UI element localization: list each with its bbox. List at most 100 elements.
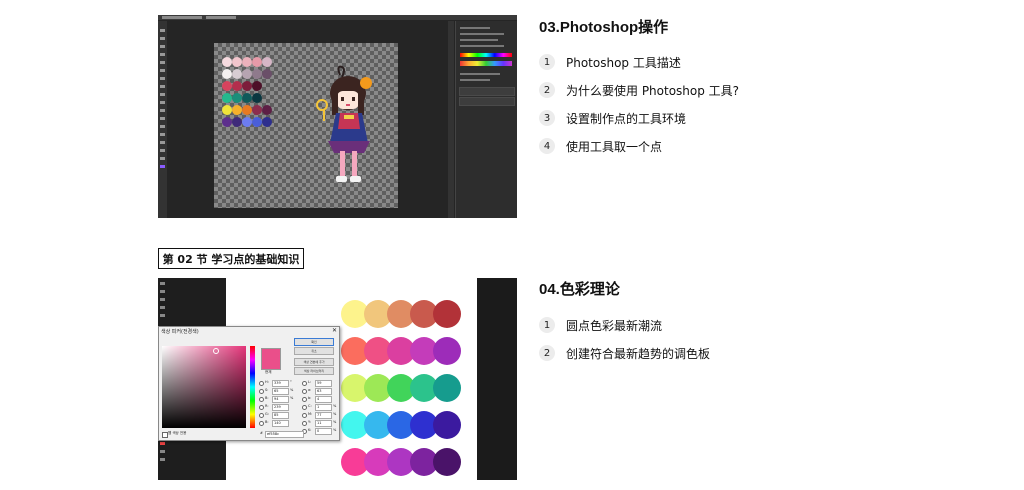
picker-cursor[interactable] [213,348,219,354]
ps-right-panels[interactable] [455,21,517,218]
item-label: 使用工具取一个点 [566,139,663,154]
lab-cmyk-radio[interactable] [302,413,307,418]
item-number: 4 [539,138,555,154]
hsb-rgb-label: B: [265,396,269,400]
hsb-rgb-input[interactable]: 339 [272,380,289,387]
color-dot [433,448,461,476]
web-colors-label: 웹 색상 전용 [168,431,187,435]
palette-swatch [222,93,232,103]
hsb-rgb-input[interactable]: 239 [272,404,289,411]
hsb-rgb-input[interactable]: 140 [272,420,289,427]
ps-color-spectrum[interactable] [460,53,512,57]
palette-swatch [242,117,252,127]
dialog-title: 색상 피커(전경색) [161,329,199,335]
section-photoshop: 03.Photoshop操作 1 Photoshop 工具描述 2 为什么要使用… [539,18,819,168]
hsb-rgb-input[interactable]: 94 [272,396,289,403]
palette-swatch [252,105,262,115]
palette-swatch [252,93,262,103]
ps-layer-row[interactable] [459,87,515,96]
hsb-rgb-radio[interactable] [259,381,264,386]
hsb-rgb-unit: % [290,388,294,392]
item-label: 圆点色彩最新潮流 [566,318,663,333]
cancel-button[interactable]: 취소 [294,347,334,355]
lab-cmyk-input[interactable]: 4 [315,396,332,403]
hsb-rgb-label: R: [265,404,269,408]
hsb-rgb-radio[interactable] [259,405,264,410]
lab-cmyk-input[interactable]: 1 [315,404,332,411]
ps-panel-collapsed-icons[interactable] [448,21,454,218]
palette-swatch [232,117,242,127]
section-tag: 第 02 节 学习点的基础知识 [158,248,304,269]
current-label: 현재 [265,370,272,374]
list-item: 3 设置制作点的工具环境 [539,108,686,128]
palette-swatch [222,57,232,67]
hsb-rgb-radio[interactable] [259,389,264,394]
item-label: 设置制作点的工具环境 [566,111,687,126]
lab-cmyk-input[interactable]: 77 [315,412,332,419]
lab-cmyk-label: C: [308,404,312,408]
dark-sidebar [477,278,517,480]
lab-cmyk-radio[interactable] [302,405,307,410]
hsb-rgb-radio[interactable] [259,413,264,418]
list-item: 4 使用工具取一个点 [539,136,662,156]
palette-swatch [232,57,242,67]
color-picker-screenshot: 색상 피커(전경색) ✕ 현재 확인 취소 색상 견본에 추가 색상 라이브러리… [158,278,517,480]
ps-swatches-row[interactable] [460,61,512,66]
lab-cmyk-unit: % [333,412,337,416]
close-icon[interactable]: ✕ [332,327,337,334]
lab-cmyk-unit: % [333,420,337,424]
hsb-rgb-unit: % [290,396,294,400]
palette-swatch [232,105,242,115]
color-dot [433,411,461,439]
palette-swatch [252,57,262,67]
section-color-theory: 04.色彩理论 1 圆点色彩最新潮流 2 创建符合最新趋势的调色板 [539,280,819,370]
ps-canvas[interactable] [214,43,398,208]
color-preview [261,348,281,370]
ps-toolbar[interactable] [158,21,167,218]
ps-menubar [158,15,517,20]
lab-cmyk-label: b: [308,396,312,400]
palette-swatch [222,117,232,127]
lab-cmyk-radio[interactable] [302,381,307,386]
palette-swatch [232,69,242,79]
hsb-rgb-label: H: [265,380,269,384]
palette-swatch [242,105,252,115]
item-number: 1 [539,54,555,70]
item-number: 1 [539,317,555,333]
list-item: 2 创建符合最新趋势的调色板 [539,343,710,363]
ps-layer-row[interactable] [459,97,515,106]
lab-cmyk-unit: % [333,428,337,432]
section-title: 04.色彩理论 [539,281,620,298]
palette-swatch [222,69,232,79]
lab-cmyk-radio[interactable] [302,389,307,394]
hex-input[interactable]: ef558c [265,431,304,438]
palette-swatch [242,81,252,91]
palette-swatch [262,105,272,115]
palette-swatch [252,69,262,79]
lab-cmyk-input[interactable]: 0 [315,428,332,435]
palette-swatch [262,117,272,127]
lab-cmyk-label: Y: [308,420,311,424]
lab-cmyk-label: L: [308,380,312,384]
hue-slider[interactable] [250,346,255,428]
hsb-rgb-input[interactable]: 85 [272,412,289,419]
palette-swatch [262,57,272,67]
lab-cmyk-radio[interactable] [302,421,307,426]
palette-swatch [232,81,242,91]
hsb-rgb-unit: ° [290,380,292,384]
lab-cmyk-label: a: [308,388,312,392]
palette-swatch [232,93,242,103]
ok-button[interactable]: 확인 [294,338,334,346]
saturation-brightness-field[interactable] [162,346,246,428]
hsb-rgb-input[interactable]: 65 [272,388,289,395]
lab-cmyk-input[interactable]: 63 [315,388,332,395]
add-to-swatches-button[interactable]: 색상 견본에 추가 [294,358,334,366]
lab-cmyk-radio[interactable] [302,397,307,402]
hsb-rgb-radio[interactable] [259,421,264,426]
lab-cmyk-input[interactable]: 59 [315,380,332,387]
lab-cmyk-input[interactable]: 11 [315,420,332,427]
color-libraries-button[interactable]: 색상 라이브러리 [294,367,334,375]
section-title: 03.Photoshop操作 [539,19,669,36]
color-picker-dialog[interactable]: 색상 피커(전경색) ✕ 현재 확인 취소 색상 견본에 추가 색상 라이브러리… [158,326,340,441]
hsb-rgb-radio[interactable] [259,397,264,402]
